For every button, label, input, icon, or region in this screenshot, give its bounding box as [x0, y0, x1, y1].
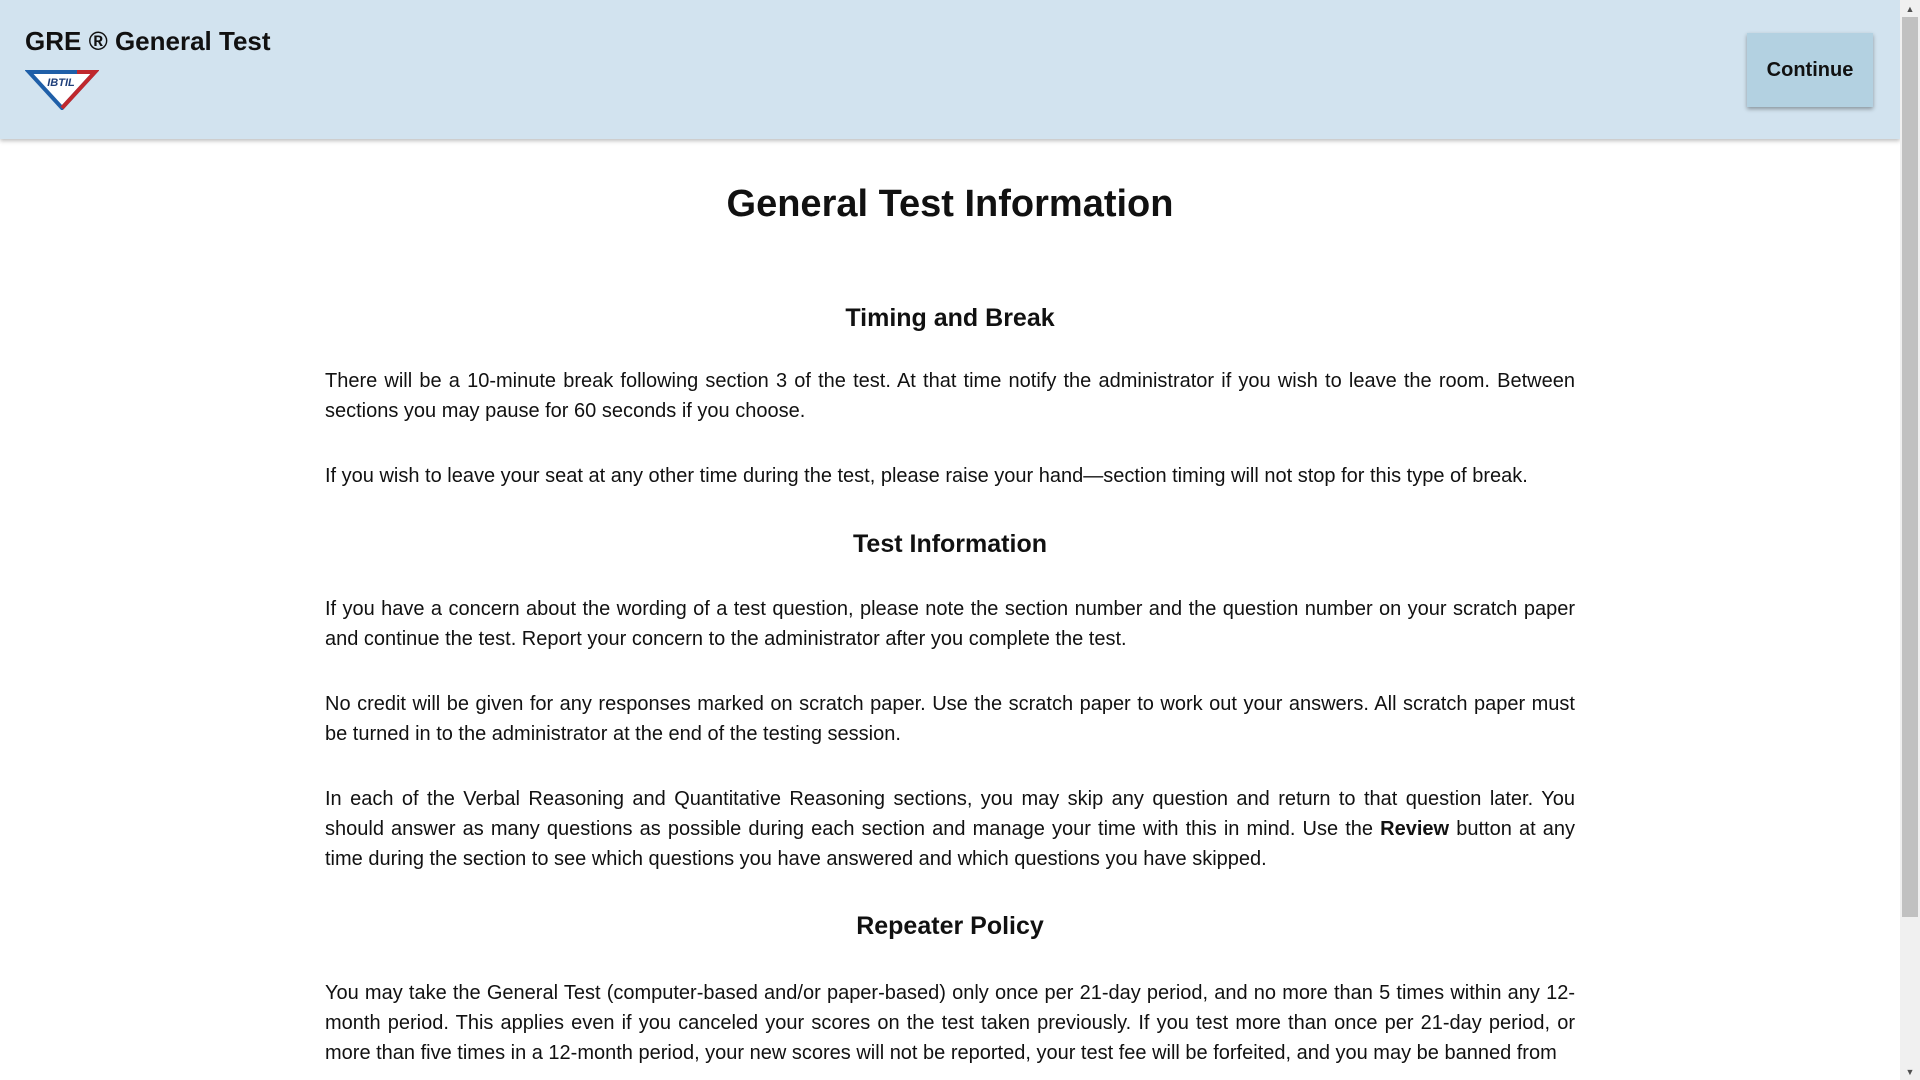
scroll-up-icon[interactable]: ▲ — [1900, 0, 1920, 17]
timing-paragraph-2: If you wish to leave your seat at any ot… — [325, 465, 1528, 487]
section-heading-test-info: Test Information — [853, 530, 1047, 558]
ibtil-logo: IBTIL — [25, 70, 99, 110]
logo-text: IBTIL — [47, 77, 75, 89]
test-info-paragraph-2: No credit will be given for any response… — [325, 693, 1575, 745]
timing-paragraph-1: There will be a 10-minute break followin… — [325, 370, 1575, 422]
review-term: Review — [1380, 818, 1450, 840]
section-heading-repeater: Repeater Policy — [856, 912, 1044, 940]
continue-button[interactable]: Continue — [1747, 33, 1873, 107]
section-heading-timing: Timing and Break — [845, 304, 1055, 332]
scroll-thumb[interactable] — [1902, 17, 1918, 917]
vertical-scrollbar[interactable]: ▲ ▼ — [1900, 0, 1920, 1080]
test-info-paragraph-1: If you have a concern about the wording … — [325, 598, 1575, 650]
app-header: GRE ® General Test IBTIL Continue — [0, 0, 1900, 139]
repeater-paragraph-1: You may take the General Test (computer-… — [325, 982, 1575, 1064]
page-title: General Test Information — [726, 183, 1174, 225]
scroll-down-icon[interactable]: ▼ — [1900, 1063, 1920, 1080]
test-info-paragraph-3: In each of the Verbal Reasoning and Quan… — [325, 784, 1575, 874]
app-title: GRE ® General Test — [25, 26, 271, 56]
main-content: General Test Information Timing and Brea… — [325, 139, 1575, 1068]
